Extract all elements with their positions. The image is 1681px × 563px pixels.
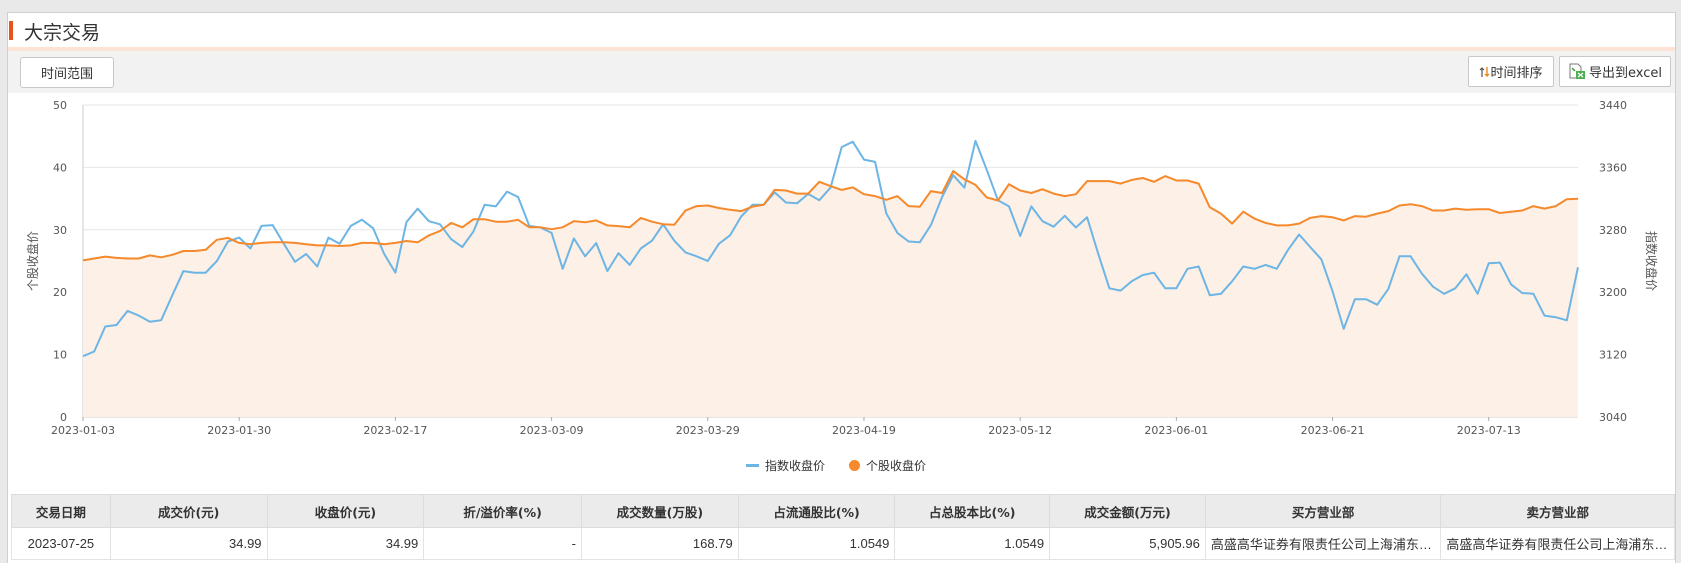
price-chart: 010203040503040312032003280336034402023-… <box>25 99 1659 437</box>
x-axis-tick-label: 2023-04-19 <box>832 424 896 437</box>
stock-legend-label: 个股收盘价 <box>866 459 927 473</box>
x-axis-tick-label: 2023-01-30 <box>207 424 271 437</box>
index-legend-label: 指数收盘价 <box>765 459 826 473</box>
col-total-ratio[interactable]: 占总股本比(%) <box>894 494 1051 528</box>
x-axis-tick-label: 2023-03-09 <box>520 424 584 437</box>
table-row[interactable]: 2023-07-25 34.99 34.99 - 168.79 1.0549 1… <box>11 527 1675 560</box>
col-float-ratio[interactable]: 占流通股比(%) <box>737 494 896 528</box>
cell-close-price: 34.99 <box>266 527 425 560</box>
table-header-row: 交易日期 成交价(元) 收盘价(元) 折/溢价率(%) 成交数量(万股) 占流通… <box>11 494 1675 528</box>
cell-total-ratio: 1.0549 <box>894 527 1051 560</box>
col-close-price[interactable]: 收盘价(元) <box>266 494 425 528</box>
cell-deal-price: 34.99 <box>109 527 268 560</box>
col-trade-date[interactable]: 交易日期 <box>11 494 111 528</box>
legend-item-index[interactable]: 指数收盘价 <box>746 457 825 474</box>
col-buyer-branch[interactable]: 买方营业部 <box>1204 494 1442 528</box>
cell-volume: 168.79 <box>580 527 739 560</box>
col-volume[interactable]: 成交数量(万股) <box>580 494 739 528</box>
x-axis-tick-label: 2023-03-29 <box>676 424 740 437</box>
x-axis-tick-label: 2023-02-17 <box>363 424 427 437</box>
block-trade-panel: 大宗交易 时间范围 时间排序 导出到excel 0 10 20 30 40 50 3040 3… <box>7 12 1676 563</box>
right-axis-tick-label: 3360 <box>1599 161 1627 174</box>
x-axis-tick-label: 2023-06-01 <box>1144 424 1208 437</box>
right-axis-tick-label: 3280 <box>1599 224 1627 237</box>
cell-trade-date: 2023-07-25 <box>11 527 111 560</box>
col-deal-price[interactable]: 成交价(元) <box>109 494 268 528</box>
right-axis-tick-label: 3120 <box>1599 349 1627 362</box>
col-seller-branch[interactable]: 卖方营业部 <box>1440 494 1675 528</box>
col-amount[interactable]: 成交金额(万元) <box>1049 494 1206 528</box>
left-axis-tick-label: 30 <box>53 224 67 237</box>
legend-item-stock[interactable]: 个股收盘价 <box>849 457 926 474</box>
col-premium-rate[interactable]: 折/溢价率(%) <box>423 494 582 528</box>
index-legend-line-icon <box>746 464 759 467</box>
x-axis-tick-label: 2023-05-12 <box>988 424 1052 437</box>
right-axis-tick-label: 3440 <box>1599 99 1627 112</box>
left-axis-tick-label: 20 <box>53 286 67 299</box>
cell-premium-rate: - <box>423 527 582 560</box>
left-axis-title: 个股收盘价 <box>25 231 40 291</box>
right-axis-tick-label: 3200 <box>1599 286 1627 299</box>
x-axis-tick-label: 2023-01-03 <box>51 424 115 437</box>
left-axis-tick-label: 0 <box>60 411 67 424</box>
stock-legend-dot-icon <box>849 460 860 471</box>
left-axis-tick-label: 40 <box>53 161 67 174</box>
left-axis-tick-label: 10 <box>53 349 67 362</box>
cell-float-ratio: 1.0549 <box>737 527 896 560</box>
right-axis-tick-label: 3040 <box>1599 411 1627 424</box>
cell-amount: 5,905.96 <box>1049 527 1206 560</box>
cell-seller-branch: 高盛高华证券有限责任公司上海浦东新区世纪大道证券营业部 <box>1440 527 1675 560</box>
x-axis-tick-label: 2023-06-21 <box>1301 424 1365 437</box>
cell-buyer-branch: 高盛高华证券有限责任公司上海浦东新区世纪大道证券营业部 <box>1204 527 1442 560</box>
x-axis-tick-label: 2023-07-13 <box>1457 424 1521 437</box>
right-axis-title: 指数收盘价 <box>1644 231 1659 291</box>
block-trade-table: 交易日期 成交价(元) 收盘价(元) 折/溢价率(%) 成交数量(万股) 占流通… <box>11 494 1675 560</box>
left-axis-tick-label: 50 <box>53 99 67 112</box>
stock-close-area <box>83 171 1578 417</box>
